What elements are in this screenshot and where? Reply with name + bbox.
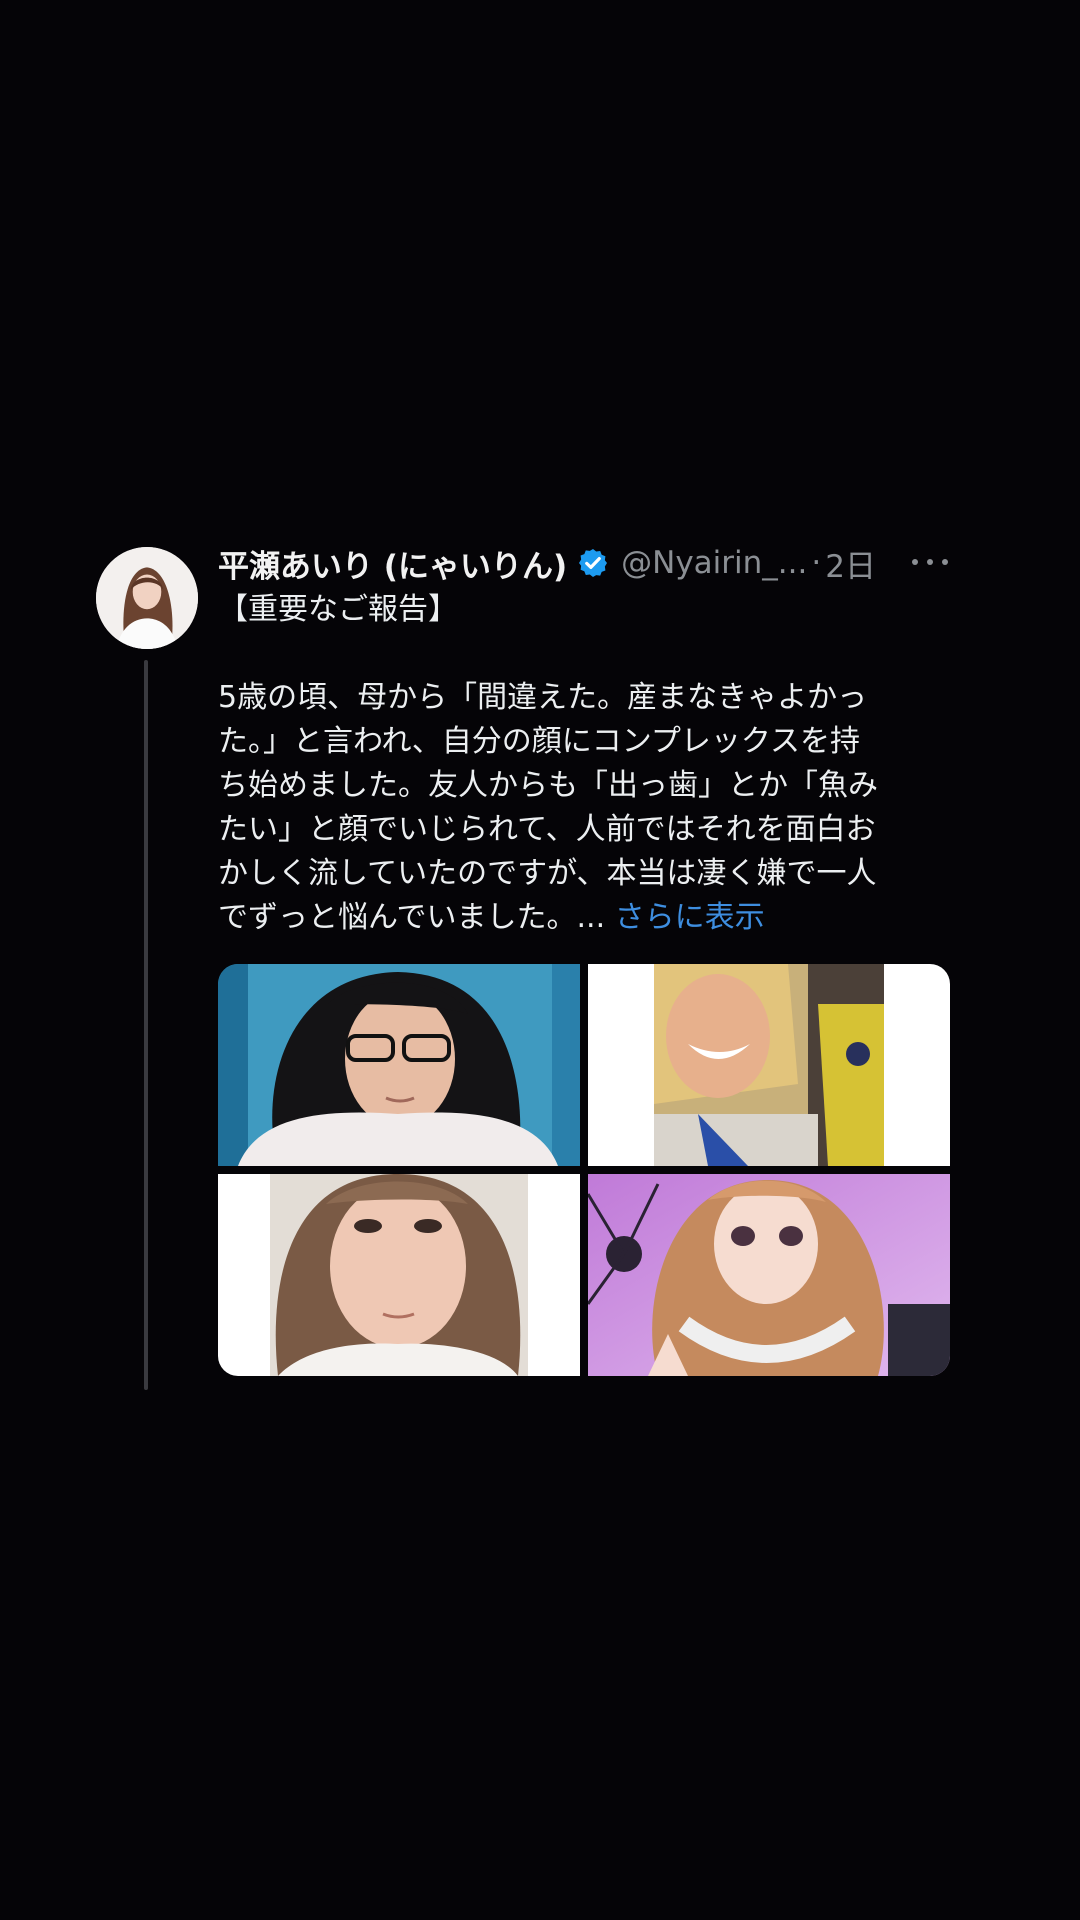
- tweet-line: ち始めました。友人からも「出っ歯」とか「魚み: [218, 768, 878, 803]
- timestamp[interactable]: 2日: [825, 541, 876, 586]
- tweet-line: た。」と言われ、自分の顔にコンプレックスを持: [218, 724, 860, 759]
- tweet-line: 5歳の頃、母から「間違えた。産まなきゃよかっ: [218, 680, 868, 715]
- tweet-header: 平瀬あいり (にゃいりん) @Nyairin_... · 2日: [218, 540, 948, 586]
- media-photo-2[interactable]: [588, 964, 950, 1166]
- tweet-title: 【重要なご報告】: [218, 592, 458, 627]
- media-photo-1[interactable]: [218, 964, 580, 1166]
- show-more-link[interactable]: さらに表示: [615, 900, 765, 935]
- display-name[interactable]: 平瀬あいり (にゃいりん): [218, 541, 567, 586]
- more-horizontal-icon[interactable]: [912, 549, 948, 575]
- tweet-last-line: でずっと悩んでいました。... さらに表示: [218, 896, 938, 940]
- tweet-line: かしく流していたのですが、本当は凄く嫌で一人: [218, 856, 877, 891]
- media-grid: [218, 964, 950, 1376]
- avatar[interactable]: [96, 547, 198, 649]
- tweet-line-text: でずっと悩んでいました。...: [218, 900, 615, 935]
- media-photo-3[interactable]: [218, 1174, 580, 1376]
- tweet-text: 【重要なご報告】 5歳の頃、母から「間違えた。産まなきゃよかっ た。」と言われ、…: [218, 588, 938, 940]
- tweet-line: たい」と顔でいじられて、人前ではそれを面白お: [218, 812, 876, 847]
- separator-dot: ·: [811, 545, 822, 581]
- handle[interactable]: @Nyairin_...: [621, 545, 807, 581]
- verified-badge-icon: [577, 547, 609, 579]
- tweet[interactable]: 平瀬あいり (にゃいりん) @Nyairin_... · 2日 【重要なご報告】…: [0, 0, 1080, 1920]
- thread-line: [144, 660, 148, 1390]
- media-photo-4[interactable]: [588, 1174, 950, 1376]
